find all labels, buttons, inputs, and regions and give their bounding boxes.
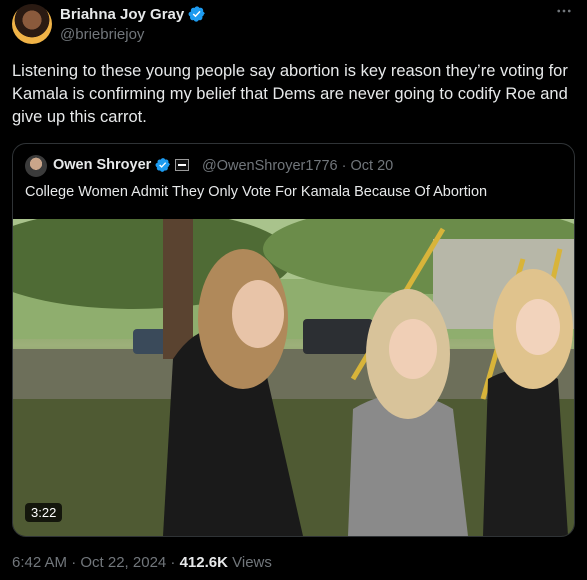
video-frame: [13, 219, 574, 536]
video-player[interactable]: 3:22: [13, 219, 574, 536]
views-count: 412.6K: [179, 554, 228, 571]
quoted-meta[interactable]: @OwenShroyer1776 · Oct 20: [202, 158, 393, 174]
tweet-text: Listening to these young people say abor…: [12, 62, 568, 126]
quoted-verified-badge-icon: [155, 158, 171, 172]
quoted-text: College Women Admit They Only Vote For K…: [25, 184, 488, 200]
affiliation-badge-icon: [175, 159, 190, 171]
quoted-author-avatar[interactable]: [25, 155, 47, 177]
verified-badge-icon: [188, 6, 205, 22]
tweet-footer: 6:42 AM · Oct 22, 2024 · 412.6K Views: [12, 554, 272, 571]
tweet-datetime[interactable]: 6:42 AM · Oct 22, 2024 ·: [12, 554, 180, 571]
quoted-author-name[interactable]: Owen Shroyer: [53, 157, 151, 173]
author-avatar[interactable]: [12, 4, 52, 44]
more-icon[interactable]: [555, 2, 573, 25]
quoted-tweet[interactable]: Owen Shroyer @OwenShroyer1776 · Oct 20 C…: [12, 143, 575, 537]
quoted-author-name-row[interactable]: Owen Shroyer: [53, 157, 190, 173]
author-name[interactable]: Briahna Joy Gray: [60, 6, 184, 23]
author-handle[interactable]: @briebriejoy: [60, 26, 144, 43]
video-duration: 3:22: [25, 503, 63, 522]
author-name-row[interactable]: Briahna Joy Gray: [60, 5, 206, 23]
more-dots-icon: [557, 9, 571, 13]
views-label: Views: [227, 554, 272, 571]
tweet: Briahna Joy Gray @briebriejoy Listening …: [0, 0, 587, 580]
